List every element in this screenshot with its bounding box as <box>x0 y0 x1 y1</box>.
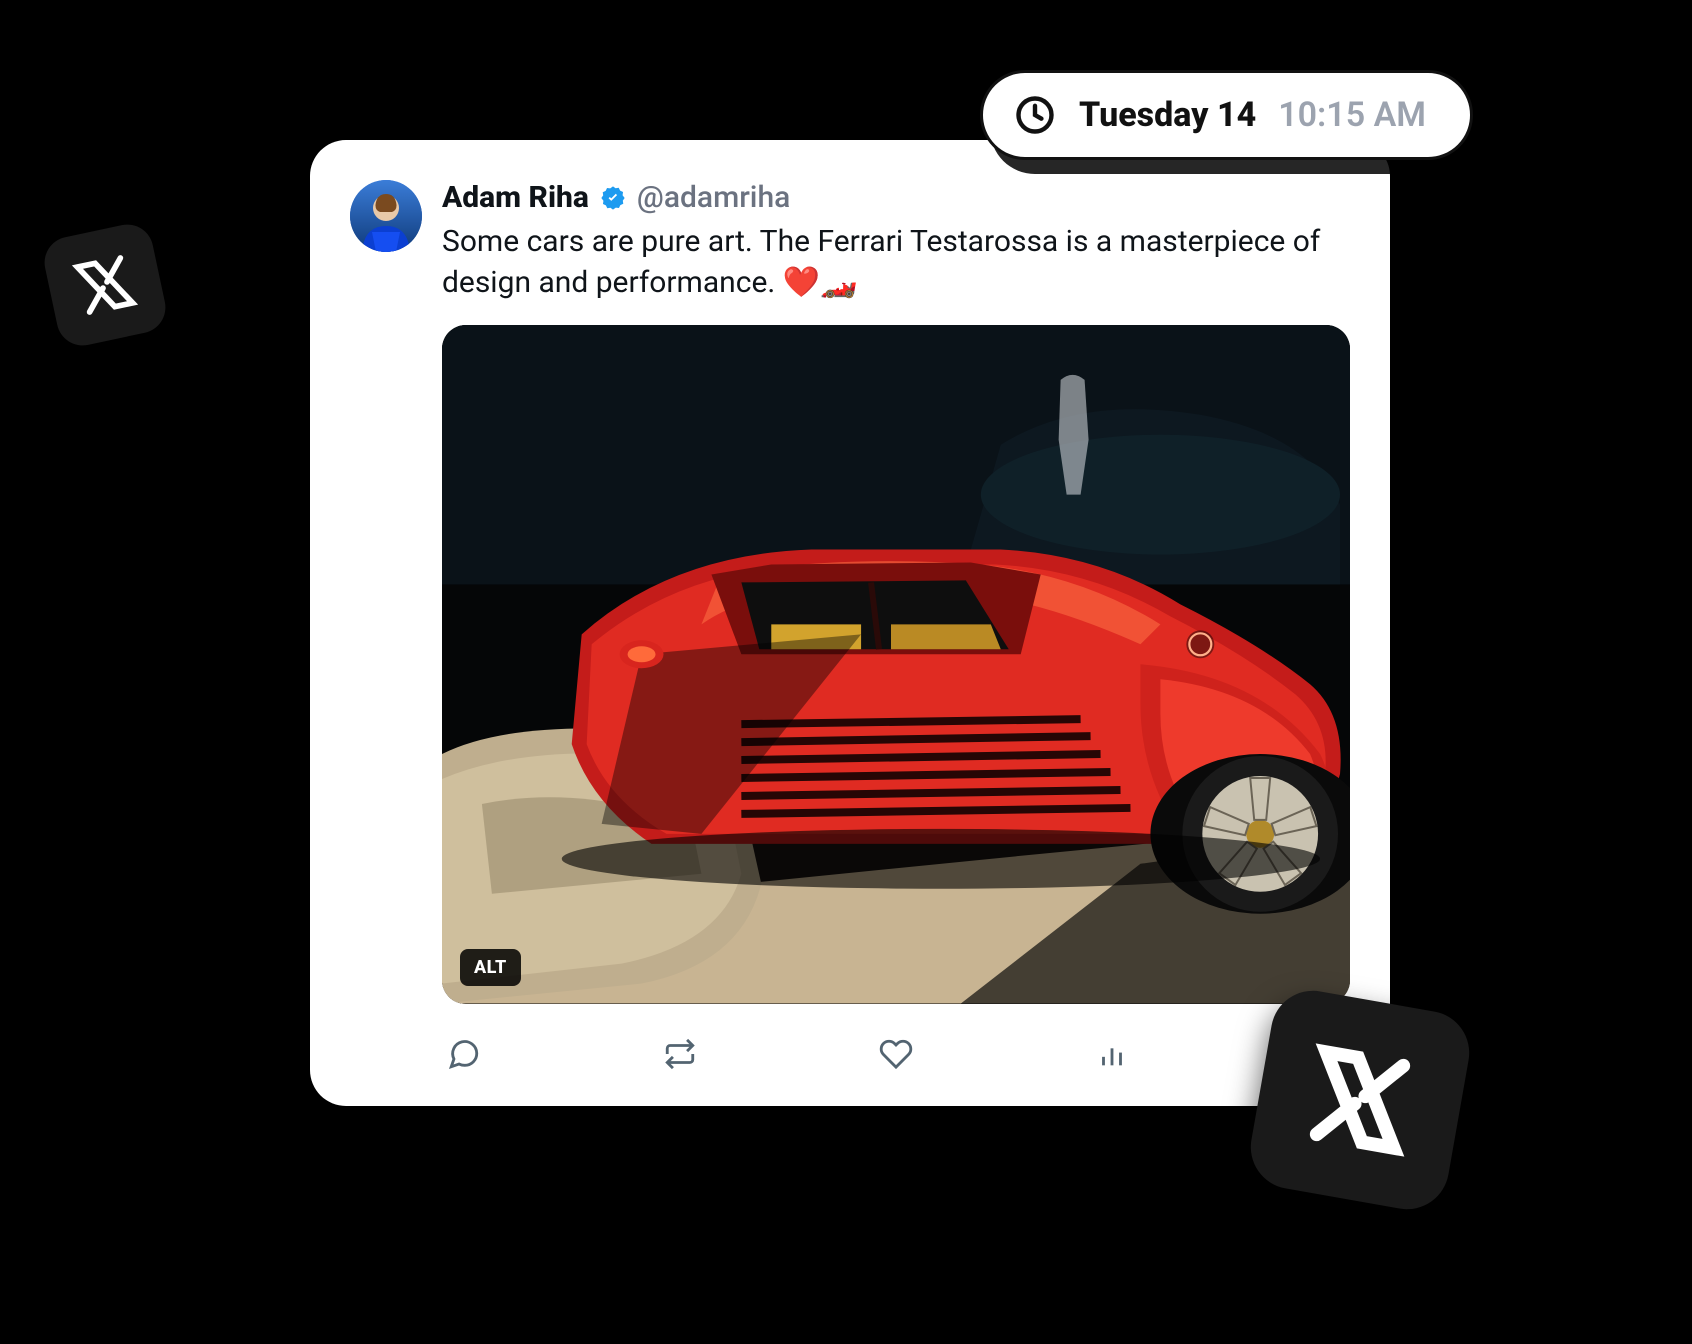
handle[interactable]: @adamriha <box>637 180 790 216</box>
tweet-card: Adam Riha @adamriha Some cars are pure a… <box>310 140 1390 1106</box>
tweet-actions <box>442 1032 1350 1076</box>
timestamp-time: 10:15 AM <box>1278 95 1426 135</box>
tweet-image[interactable]: ALT <box>442 325 1350 1004</box>
timestamp-pill: Tuesday 14 10:15 AM <box>980 70 1473 160</box>
views-button[interactable] <box>1090 1032 1134 1076</box>
like-button[interactable] <box>874 1032 918 1076</box>
timestamp-date: Tuesday 14 <box>1079 95 1256 135</box>
avatar[interactable] <box>350 180 422 252</box>
verified-badge-icon <box>599 184 627 212</box>
x-app-icon <box>40 220 170 350</box>
retweet-button[interactable] <box>658 1032 702 1076</box>
tweet-body: Adam Riha @adamriha Some cars are pure a… <box>442 180 1350 303</box>
x-app-icon <box>1244 984 1476 1216</box>
clock-icon <box>1013 93 1057 137</box>
tweet-header: Adam Riha @adamriha Some cars are pure a… <box>350 180 1350 303</box>
tweet-text: Some cars are pure art. The Ferrari Test… <box>442 222 1350 303</box>
alt-badge[interactable]: ALT <box>460 949 521 986</box>
reply-button[interactable] <box>442 1032 486 1076</box>
display-name[interactable]: Adam Riha <box>442 180 589 216</box>
author-line: Adam Riha @adamriha <box>442 180 1350 216</box>
